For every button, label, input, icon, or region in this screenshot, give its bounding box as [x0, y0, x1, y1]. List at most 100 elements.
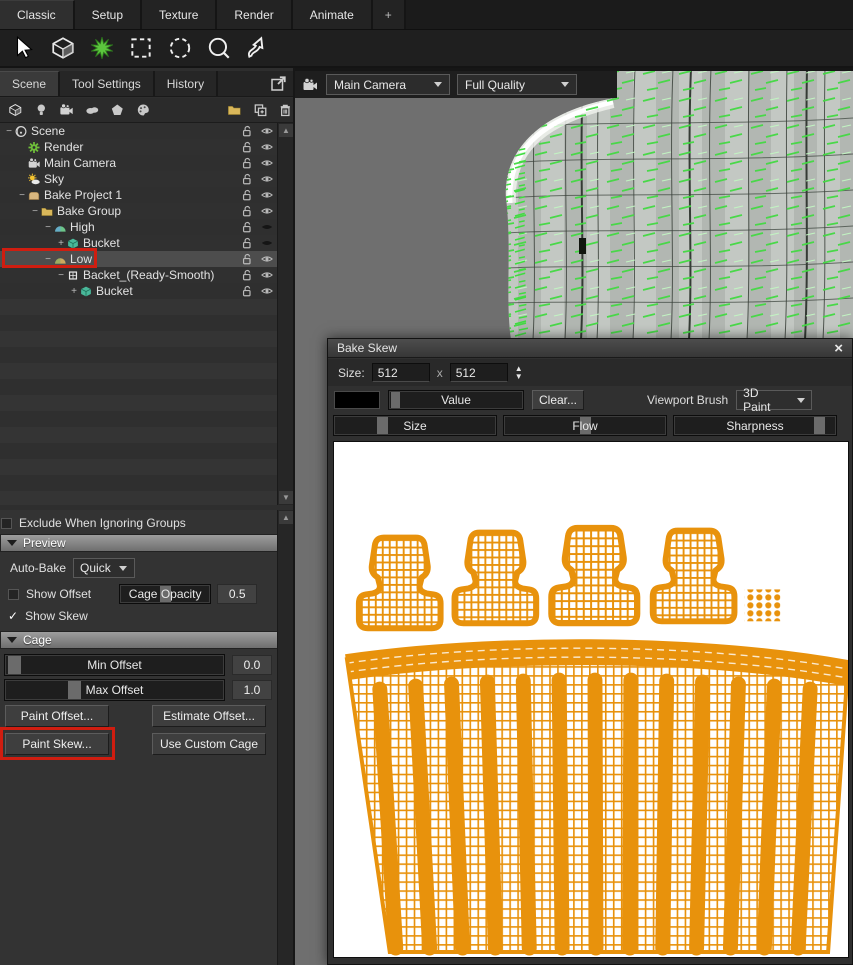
- tree-scrollbar[interactable]: ▲ ▼: [277, 123, 293, 505]
- size-stepper[interactable]: ▲ ▼: [515, 365, 523, 380]
- menu-tab-classic[interactable]: Classic: [0, 0, 75, 29]
- lock-icon[interactable]: [241, 205, 253, 217]
- eye-icon[interactable]: [261, 269, 273, 281]
- tree-row-backet-ready-smooth[interactable]: − Backet_(Ready-Smooth): [0, 267, 277, 283]
- min-offset-slider[interactable]: Min Offset: [4, 654, 225, 676]
- expander[interactable]: −: [43, 222, 53, 233]
- lock-icon[interactable]: [241, 285, 253, 297]
- scroll-up-arrow[interactable]: ▲: [279, 511, 293, 524]
- show-offset-checkbox[interactable]: [8, 589, 19, 600]
- magnify-select-icon[interactable]: [204, 34, 234, 62]
- tab-tool-settings[interactable]: Tool Settings: [60, 71, 155, 96]
- add-shape-icon[interactable]: [110, 102, 125, 118]
- duplicate-icon[interactable]: [253, 102, 268, 118]
- tab-scene[interactable]: Scene: [0, 71, 60, 96]
- skew-paint-canvas[interactable]: [333, 441, 849, 958]
- size-height-input[interactable]: 512: [450, 363, 508, 382]
- delete-icon[interactable]: [278, 102, 293, 118]
- eye-icon[interactable]: [261, 205, 273, 217]
- cage-opacity-slider[interactable]: Cage Opacity: [119, 584, 211, 604]
- camera-select-dropdown[interactable]: Main Camera: [326, 74, 450, 95]
- add-mesh-icon[interactable]: [8, 102, 23, 118]
- rect-select-icon[interactable]: [126, 34, 156, 62]
- lock-icon[interactable]: [241, 253, 253, 265]
- lock-icon[interactable]: [241, 269, 253, 281]
- clear-button[interactable]: Clear...: [532, 390, 584, 410]
- lock-icon[interactable]: [241, 221, 253, 233]
- tree-row-bucket-low[interactable]: + Bucket: [0, 283, 277, 299]
- paint-skew-button[interactable]: Paint Skew...: [5, 733, 109, 755]
- paint-burst-icon[interactable]: [87, 34, 117, 62]
- auto-bake-dropdown[interactable]: Quick: [73, 558, 135, 578]
- brush-sharpness-slider[interactable]: Sharpness: [673, 415, 837, 436]
- tree-row-main-camera[interactable]: Main Camera: [0, 155, 277, 171]
- brush-size-slider[interactable]: Size: [333, 415, 497, 436]
- add-material-icon[interactable]: [136, 102, 151, 118]
- show-skew-checkbox[interactable]: ✓: [8, 609, 18, 623]
- spin-up-icon[interactable]: ▲: [515, 365, 523, 372]
- expander[interactable]: −: [56, 270, 66, 281]
- color-swatch[interactable]: [334, 391, 380, 409]
- add-camera-icon[interactable]: [59, 102, 74, 118]
- external-link-icon[interactable]: [269, 75, 287, 93]
- tree-row-render[interactable]: Render: [0, 139, 277, 155]
- menu-tab-texture[interactable]: Texture: [142, 0, 217, 29]
- dialog-titlebar[interactable]: Bake Skew ×: [328, 339, 852, 358]
- menu-tab-render[interactable]: Render: [217, 0, 292, 29]
- lock-icon[interactable]: [241, 189, 253, 201]
- exclude-checkbox[interactable]: [1, 518, 12, 529]
- lock-icon[interactable]: [241, 157, 253, 169]
- size-width-input[interactable]: 512: [372, 363, 430, 382]
- expander[interactable]: +: [69, 286, 79, 297]
- expander[interactable]: −: [4, 126, 14, 137]
- menu-tab-setup[interactable]: Setup: [75, 0, 142, 29]
- eye-off-icon[interactable]: [261, 237, 273, 249]
- eye-icon[interactable]: [261, 173, 273, 185]
- expander[interactable]: −: [43, 254, 53, 265]
- cage-section-header[interactable]: Cage: [0, 631, 279, 649]
- preview-section-header[interactable]: Preview: [0, 534, 279, 552]
- eye-off-icon[interactable]: [261, 221, 273, 233]
- min-offset-value[interactable]: 0.0: [232, 655, 272, 675]
- ellipse-select-icon[interactable]: [165, 34, 195, 62]
- tree-row-bucket-high[interactable]: + Bucket: [0, 235, 277, 251]
- tab-history[interactable]: History: [155, 71, 218, 96]
- eye-icon[interactable]: [261, 189, 273, 201]
- eye-icon[interactable]: [261, 253, 273, 265]
- tree-row-low[interactable]: − Low: [0, 251, 277, 267]
- use-custom-cage-button[interactable]: Use Custom Cage: [152, 733, 266, 755]
- brush-mode-dropdown[interactable]: 3D Paint: [736, 390, 812, 410]
- spin-down-icon[interactable]: ▼: [515, 373, 523, 380]
- lock-icon[interactable]: [241, 141, 253, 153]
- lock-icon[interactable]: [241, 125, 253, 137]
- estimate-offset-button[interactable]: Estimate Offset...: [152, 705, 266, 727]
- max-offset-slider[interactable]: Max Offset: [4, 679, 225, 701]
- cage-opacity-value[interactable]: 0.5: [217, 584, 257, 604]
- eye-icon[interactable]: [261, 125, 273, 137]
- lock-icon[interactable]: [241, 237, 253, 249]
- add-light-icon[interactable]: [34, 102, 49, 118]
- tree-row-scene[interactable]: − Scene: [0, 123, 277, 139]
- select-arrow-icon[interactable]: [9, 34, 39, 62]
- eye-icon[interactable]: [261, 285, 273, 297]
- tree-row-bake-project[interactable]: − Bake Project 1: [0, 187, 277, 203]
- scroll-up-arrow[interactable]: ▲: [279, 124, 293, 137]
- add-sky-icon[interactable]: [85, 102, 100, 118]
- close-icon[interactable]: ×: [834, 341, 843, 356]
- panel-scrollbar[interactable]: ▲: [277, 510, 293, 965]
- lasso-arrow-icon[interactable]: [243, 34, 273, 62]
- brush-flow-slider[interactable]: Flow: [503, 415, 667, 436]
- menu-tab-add[interactable]: +: [373, 0, 406, 29]
- scroll-down-arrow[interactable]: ▼: [279, 491, 293, 504]
- expander[interactable]: +: [56, 238, 66, 249]
- expander[interactable]: −: [30, 206, 40, 217]
- tree-row-sky[interactable]: Sky: [0, 171, 277, 187]
- tree-row-bake-group[interactable]: − Bake Group: [0, 203, 277, 219]
- eye-icon[interactable]: [261, 141, 273, 153]
- lock-icon[interactable]: [241, 173, 253, 185]
- tree-row-high[interactable]: − High: [0, 219, 277, 235]
- max-offset-value[interactable]: 1.0: [232, 680, 272, 700]
- object-mode-icon[interactable]: [48, 34, 78, 62]
- quality-select-dropdown[interactable]: Full Quality: [457, 74, 577, 95]
- menu-tab-animate[interactable]: Animate: [293, 0, 373, 29]
